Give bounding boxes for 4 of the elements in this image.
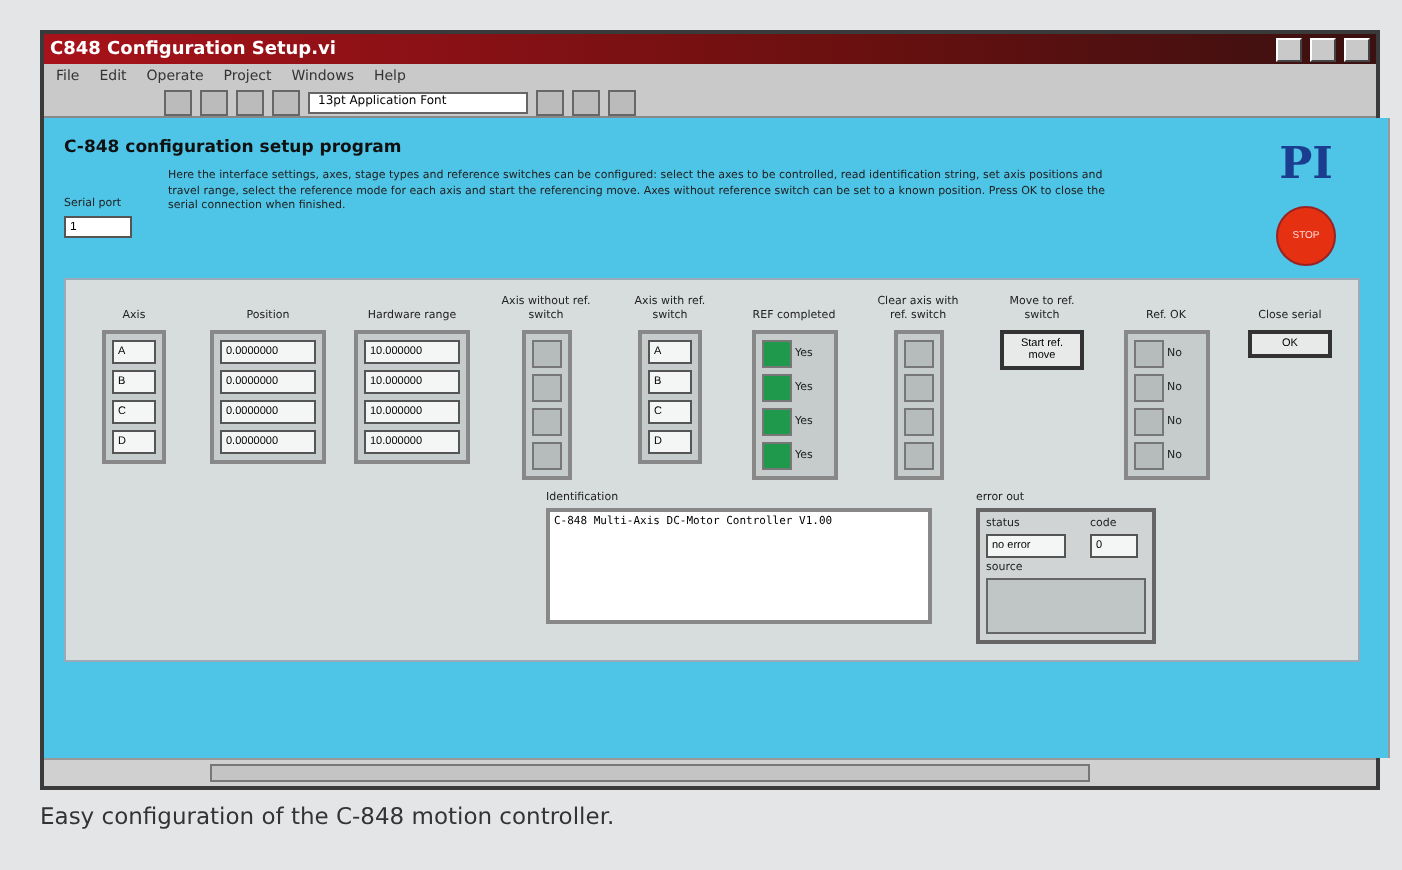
- program-title: C-848 configuration setup program: [64, 138, 404, 158]
- figure-caption: Easy configuration of the C-848 motion controller.: [40, 800, 617, 830]
- company-logo: PI: [1279, 138, 1333, 190]
- window-title: C848 Configuration Setup.vi: [50, 39, 338, 59]
